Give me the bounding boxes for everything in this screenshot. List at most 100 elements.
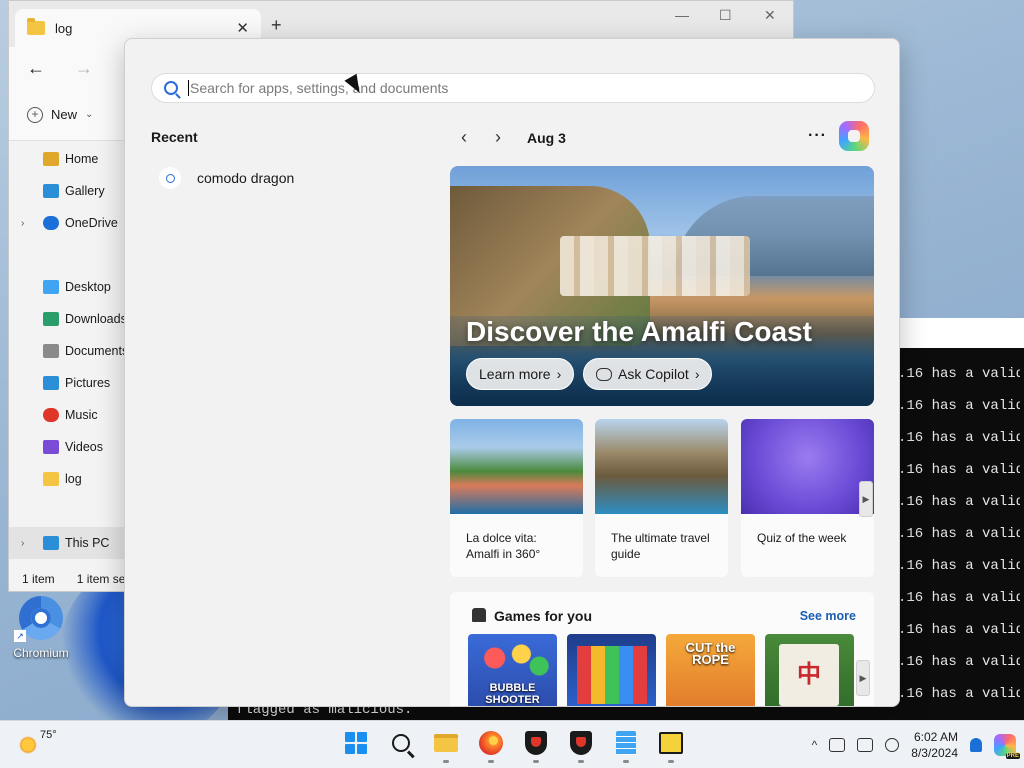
recent-search-item[interactable]: comodo dragon <box>159 167 294 189</box>
expand-caret-icon[interactable]: › <box>21 538 24 549</box>
sidebar-item-desktop[interactable]: Desktop <box>9 271 129 303</box>
sidebar-item-log[interactable]: log <box>9 463 129 495</box>
close-button[interactable]: ✕ <box>764 7 776 24</box>
games-icon <box>472 608 486 622</box>
recent-heading: Recent <box>151 129 198 145</box>
terminal-line: .16 has a valid <box>898 686 1020 702</box>
sidebar-item-this-pc[interactable]: › This PC <box>9 527 129 559</box>
desktop-shortcut-chromium[interactable]: Chromium <box>8 596 74 660</box>
home-icon <box>43 152 59 166</box>
sidebar-item-documents[interactable]: Documents <box>9 335 129 367</box>
terminal-line: .16 has a valid <box>898 494 1020 510</box>
clock[interactable]: 6:02 AM 8/3/2024 <box>911 729 958 761</box>
taskbar-file-explorer[interactable] <box>430 727 462 763</box>
copilot-taskbar-icon[interactable]: PRE <box>994 734 1020 759</box>
taskbar-security-app-2[interactable] <box>565 727 597 763</box>
sidebar-item-gallery[interactable]: Gallery <box>9 175 129 207</box>
new-tab-button[interactable]: + <box>271 15 282 36</box>
terminal-line: .16 has a valid <box>898 462 1020 478</box>
game-tile-cut-the-rope[interactable]: CUT the ROPE <box>666 634 755 706</box>
games-scroll-right-button[interactable]: ▶ <box>856 660 870 696</box>
taskbar-security-app-1[interactable] <box>520 727 552 763</box>
weather-temperature: 75° <box>40 729 57 741</box>
sidebar-divider <box>9 239 129 271</box>
weather-widget[interactable]: 75° <box>18 729 57 755</box>
terminal-line: .16 has a valid <box>898 366 1020 382</box>
new-button[interactable]: New <box>51 107 77 122</box>
sidebar-item-pictures[interactable]: Pictures <box>9 367 129 399</box>
running-indicator <box>623 760 629 763</box>
hero-card[interactable]: Discover the Amalfi Coast Learn more › A… <box>450 166 874 406</box>
next-day-button[interactable]: › <box>495 127 501 148</box>
highlight-card[interactable]: La dolce vita: Amalfi in 360° <box>450 419 583 577</box>
sidebar-item-label: Desktop <box>65 280 111 294</box>
card-caption: The ultimate travel guide <box>611 531 710 561</box>
previous-day-button[interactable]: ‹ <box>461 127 467 148</box>
search-box[interactable] <box>151 73 875 103</box>
cards-scroll-right-button[interactable]: ▶ <box>859 481 873 517</box>
sun-icon <box>18 735 38 755</box>
network-icon[interactable] <box>829 738 846 752</box>
sidebar-item-label: Downloads <box>65 312 127 326</box>
plus-icon: + <box>27 106 43 123</box>
videos-icon <box>43 440 59 454</box>
taskbar-certificate-app[interactable] <box>655 727 687 763</box>
desktop-icon <box>43 280 59 294</box>
copilot-icon[interactable] <box>839 121 869 151</box>
forward-button[interactable]: → <box>75 58 93 79</box>
status-item-count: 1 item <box>22 572 55 586</box>
notepad-icon <box>616 731 636 755</box>
explorer-sidebar: Home Gallery › OneDrive Desktop Download… <box>9 143 129 567</box>
game-tile-mahjong[interactable]: 中 <box>765 634 854 706</box>
sidebar-divider <box>9 495 129 527</box>
folder-icon <box>27 18 45 35</box>
folder-icon <box>43 472 59 486</box>
taskbar-firefox[interactable] <box>475 727 507 763</box>
game-tile-blocks[interactable] <box>567 634 656 706</box>
tab-close-button[interactable]: ✕ <box>236 19 249 37</box>
more-options-button[interactable]: ··· <box>808 127 827 145</box>
show-hidden-icons-button[interactable]: ^ <box>812 738 818 752</box>
sidebar-item-home[interactable]: Home <box>9 143 129 175</box>
sidebar-item-label: Documents <box>65 344 129 358</box>
sidebar-item-label: log <box>65 472 82 486</box>
start-button[interactable] <box>340 727 372 759</box>
taskbar: 75° ^ 6:02 AM 8/3/2024 PRE <box>0 720 1024 768</box>
volume-icon[interactable] <box>885 738 900 752</box>
see-more-link[interactable]: See more <box>800 609 856 623</box>
expand-caret-icon[interactable]: › <box>21 218 24 229</box>
search-icon <box>164 81 178 95</box>
folder-icon <box>434 734 458 752</box>
highlight-card[interactable]: The ultimate travel guide <box>595 419 728 577</box>
explorer-tab-title: log <box>55 20 73 36</box>
search-input[interactable] <box>188 80 808 96</box>
card-image <box>741 419 874 514</box>
shield-icon <box>570 731 592 755</box>
notification-bell-icon[interactable] <box>970 738 982 752</box>
maximize-button[interactable]: ☐ <box>719 7 732 24</box>
clock-date: 8/3/2024 <box>911 746 958 760</box>
terminal-output: .16 has a valid .16 has a valid .16 has … <box>898 364 1020 716</box>
games-panel: Games for you See more BUBBLE SHOOTER CU… <box>450 592 874 706</box>
minimize-button[interactable]: — <box>675 7 689 23</box>
back-button[interactable]: ← <box>27 58 45 79</box>
ask-copilot-button[interactable]: Ask Copilot › <box>583 358 713 390</box>
terminal-line: .16 has a valid <box>898 398 1020 414</box>
windows-icon <box>345 732 367 754</box>
terminal-line: .16 has a valid <box>898 430 1020 446</box>
taskbar-notepad[interactable] <box>610 727 642 763</box>
sidebar-item-onedrive[interactable]: › OneDrive <box>9 207 129 239</box>
taskbar-search-button[interactable] <box>385 727 417 759</box>
games-heading: Games for you <box>494 608 593 624</box>
computer-icon <box>43 536 59 550</box>
recent-search-label: comodo dragon <box>197 170 295 186</box>
learn-more-button[interactable]: Learn more › <box>466 358 575 390</box>
highlight-card[interactable]: Quiz of the week <box>741 419 874 577</box>
sidebar-item-videos[interactable]: Videos <box>9 431 129 463</box>
display-icon[interactable] <box>857 738 874 752</box>
chevron-down-icon: ⌄ <box>85 109 94 120</box>
sidebar-item-downloads[interactable]: Downloads <box>9 303 129 335</box>
game-tile-bubble-shooter[interactable]: BUBBLE SHOOTER <box>468 634 557 706</box>
sidebar-item-music[interactable]: Music <box>9 399 129 431</box>
sidebar-item-label: Pictures <box>65 376 111 390</box>
